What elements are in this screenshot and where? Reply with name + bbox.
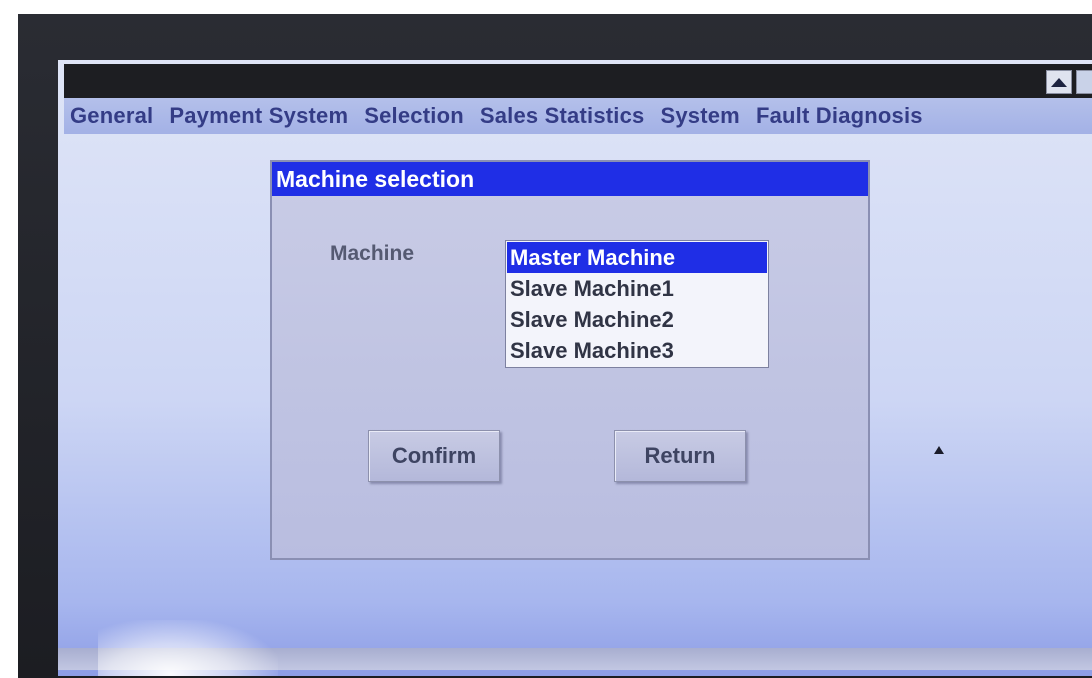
machine-selection-dialog: Machine selection Machine Master Machine… [270,160,870,560]
machine-listbox[interactable]: Master Machine Slave Machine1 Slave Mach… [505,240,769,368]
menu-item-fault-diagnosis[interactable]: Fault Diagnosis [756,103,923,129]
menu-item-payment-system[interactable]: Payment System [169,103,348,129]
touch-screen: General Payment System Selection Sales S… [58,60,1092,676]
bottom-status-bar [58,648,1092,670]
menu-item-selection[interactable]: Selection [364,103,464,129]
machine-label: Machine [330,242,415,265]
menu-item-sales-statistics[interactable]: Sales Statistics [480,103,645,129]
dialog-title: Machine selection [272,162,868,196]
title-bar-button[interactable] [1076,70,1092,94]
machine-option-master[interactable]: Master Machine [507,242,767,273]
scroll-up-button[interactable] [1046,70,1072,94]
confirm-button[interactable]: Confirm [368,430,500,482]
machine-option-slave-3[interactable]: Slave Machine3 [507,335,767,366]
menu-item-system[interactable]: System [660,103,739,129]
return-button[interactable]: Return [614,430,746,482]
triangle-up-icon [1051,77,1067,87]
menu-item-general[interactable]: General [70,103,153,129]
machine-option-slave-1[interactable]: Slave Machine1 [507,273,767,304]
pointer-cursor-icon [934,446,944,454]
menu-bar: General Payment System Selection Sales S… [64,98,1092,134]
title-bar [64,64,1092,98]
device-bezel: General Payment System Selection Sales S… [18,14,1092,678]
machine-option-slave-2[interactable]: Slave Machine2 [507,304,767,335]
